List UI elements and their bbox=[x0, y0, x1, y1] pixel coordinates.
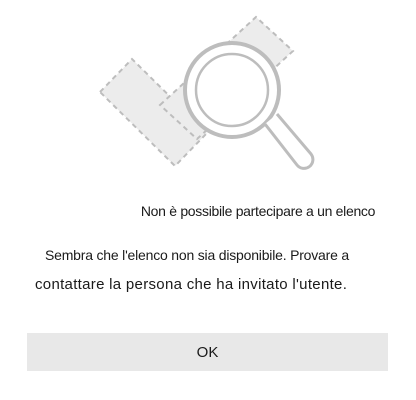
dialog-title: Non è possibile partecipare a un elenco bbox=[140, 203, 376, 219]
dialog-message-line-1: Sembra che l'elenco non sia disponibile.… bbox=[45, 247, 349, 263]
list-unavailable-illustration bbox=[0, 0, 416, 190]
magnifying-glass-over-list-icon bbox=[98, 15, 315, 170]
ok-button[interactable]: OK bbox=[27, 333, 388, 371]
dialog-message-line-2: contattare la persona che ha invitato l'… bbox=[35, 276, 348, 293]
